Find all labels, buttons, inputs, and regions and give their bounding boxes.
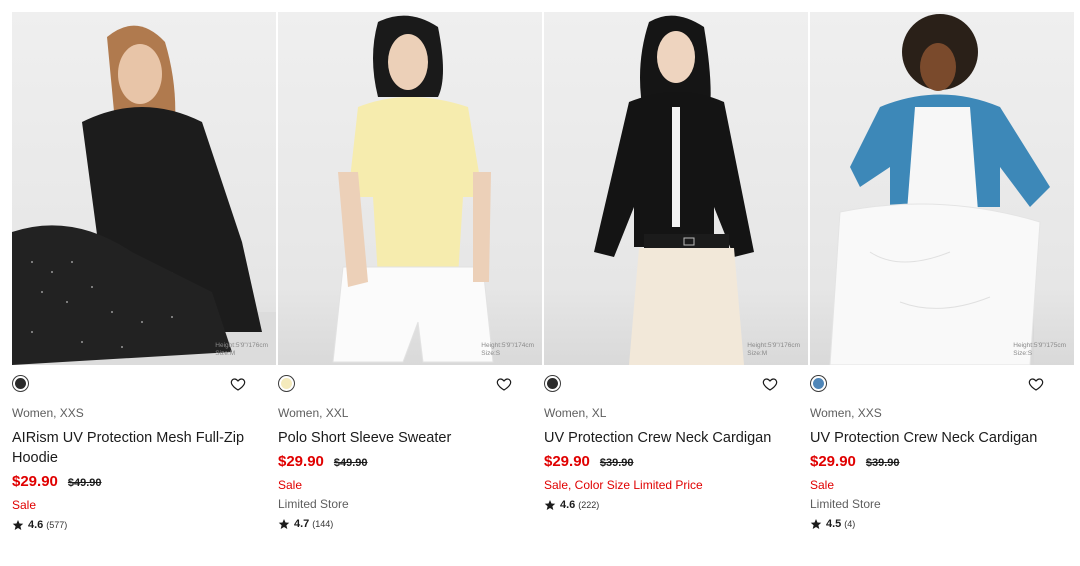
product-name[interactable]: AIRism UV Protection Mesh Full-Zip Hoodi… <box>12 428 276 468</box>
model-info: Height:5'9"/175cm Size:S <box>1013 342 1066 358</box>
rating-value: 4.7 <box>294 518 310 530</box>
star-icon <box>544 500 556 510</box>
model-height: Height:5'9"/176cm <box>215 342 268 349</box>
product-card[interactable]: Height:5'9"/174cm Size:S Women, XXL Polo… <box>278 12 542 532</box>
heart-outline-icon[interactable] <box>496 376 512 392</box>
product-image[interactable]: Height:5'9"/176cm Size:M <box>12 12 276 365</box>
color-swatch[interactable] <box>811 376 826 391</box>
heart-outline-icon[interactable] <box>762 376 778 392</box>
model-size: Size:S <box>481 350 501 357</box>
model-size: Size:S <box>1013 350 1033 357</box>
gender-size: Women, XXS <box>12 406 84 420</box>
model-info: Height:5'9"/174cm Size:S <box>481 342 534 358</box>
review-count: (577) <box>46 520 68 530</box>
rating: 4.6 (222) <box>544 498 808 512</box>
star-icon <box>12 520 24 530</box>
model-height: Height:5'9"/175cm <box>1013 342 1066 349</box>
sale-flags: Sale <box>810 478 835 492</box>
sale-price: $29.90 <box>810 453 856 470</box>
model-illustration <box>829 14 1050 365</box>
sale-price: $29.90 <box>12 473 58 490</box>
model-info: Height:5'9"/176cm Size:M <box>215 342 268 358</box>
product-image[interactable]: Height:5'9"/175cm Size:S <box>810 12 1074 365</box>
star-icon <box>810 519 822 529</box>
heart-outline-icon[interactable] <box>230 376 246 392</box>
sale-flags: Sale <box>278 478 303 492</box>
gender-size: Women, XXS <box>810 406 882 420</box>
rating-value: 4.5 <box>826 518 842 530</box>
gender-size: Women, XL <box>544 406 607 420</box>
review-count: (4) <box>844 519 856 529</box>
original-price: $39.90 <box>599 457 634 469</box>
rating: 4.6 (577) <box>12 518 276 532</box>
product-name[interactable]: UV Protection Crew Neck Cardigan <box>544 428 808 448</box>
sale-flags: Sale <box>12 498 37 512</box>
product-name[interactable]: Polo Short Sleeve Sweater <box>278 428 542 448</box>
heart-outline-icon[interactable] <box>1028 376 1044 392</box>
sale-price: $29.90 <box>278 453 324 470</box>
gender-size: Women, XXL <box>278 406 349 420</box>
original-price: $49.90 <box>333 457 368 469</box>
color-swatch[interactable] <box>13 376 28 391</box>
product-card[interactable]: Height:5'9"/176cm Size:M Women, XXS AIRi… <box>12 12 276 532</box>
sale-price: $29.90 <box>544 453 590 470</box>
product-image[interactable]: Height:5'9"/176cm Size:M <box>544 12 808 365</box>
product-card[interactable]: Height:5'9"/176cm Size:M Women, XL UV Pr… <box>544 12 808 532</box>
store-availability: Limited Store <box>810 497 881 511</box>
model-size: Size:M <box>747 350 768 357</box>
star-icon <box>278 519 290 529</box>
model-size: Size:M <box>215 350 236 357</box>
original-price: $49.90 <box>67 477 102 489</box>
model-height: Height:5'9"/174cm <box>481 342 534 349</box>
color-swatch[interactable] <box>279 376 294 391</box>
rating: 4.5 (4) <box>810 517 1074 531</box>
sale-flags: Sale, Color Size Limited Price <box>544 478 703 492</box>
model-illustration <box>594 15 754 365</box>
rating: 4.7 (144) <box>278 517 542 531</box>
product-grid: Height:5'9"/176cm Size:M Women, XXS AIRi… <box>12 12 1074 532</box>
product-image[interactable]: Height:5'9"/174cm Size:S <box>278 12 542 365</box>
model-illustration <box>332 15 494 363</box>
review-count: (144) <box>312 519 334 529</box>
product-name[interactable]: UV Protection Crew Neck Cardigan <box>810 428 1074 448</box>
review-count: (222) <box>578 500 600 510</box>
model-height: Height:5'9"/176cm <box>747 342 800 349</box>
color-swatch[interactable] <box>545 376 560 391</box>
rating-value: 4.6 <box>560 499 576 511</box>
rating-value: 4.6 <box>28 519 44 531</box>
store-availability: Limited Store <box>278 497 349 511</box>
product-card[interactable]: Height:5'9"/175cm Size:S Women, XXS UV P… <box>810 12 1074 532</box>
model-illustration <box>12 25 276 365</box>
original-price: $39.90 <box>865 457 900 469</box>
model-info: Height:5'9"/176cm Size:M <box>747 342 800 358</box>
